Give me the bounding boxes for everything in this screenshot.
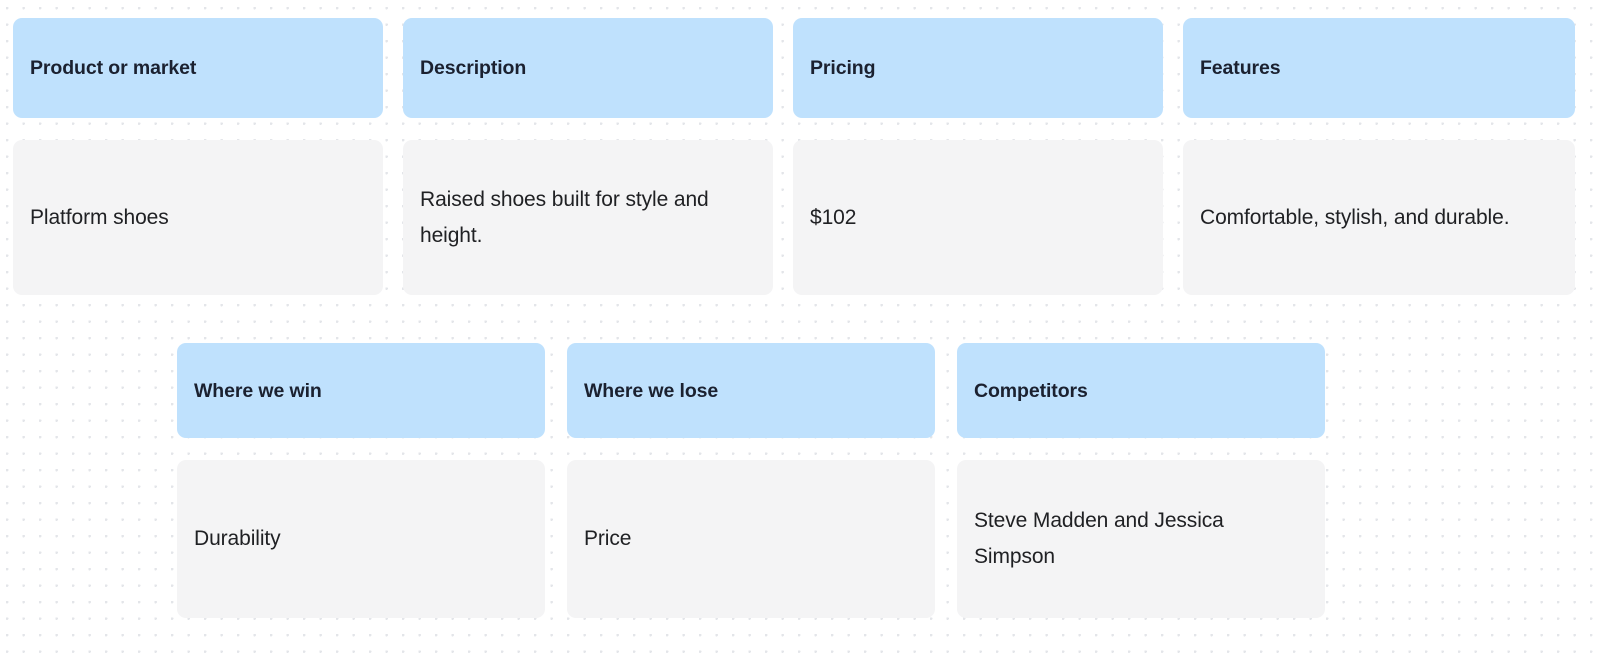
column-header-label: Where we win <box>177 378 545 404</box>
cell-product-or-market[interactable]: Platform shoes <box>13 140 383 295</box>
column-header-where-we-lose[interactable]: Where we lose <box>567 343 935 438</box>
column-header-description[interactable]: Description <box>403 18 773 118</box>
column-header-competitors[interactable]: Competitors <box>957 343 1325 438</box>
column-header-pricing[interactable]: Pricing <box>793 18 1163 118</box>
cell-features[interactable]: Comfortable, stylish, and durable. <box>1183 140 1575 295</box>
cell-where-we-lose[interactable]: Price <box>567 460 935 618</box>
cell-where-we-win[interactable]: Durability <box>177 460 545 618</box>
cell-value: Raised shoes built for style and height. <box>403 182 773 254</box>
column-header-where-we-win[interactable]: Where we win <box>177 343 545 438</box>
column-header-features[interactable]: Features <box>1183 18 1575 118</box>
cell-value: Steve Madden and Jessica Simpson <box>957 503 1325 575</box>
column-header-label: Where we lose <box>567 378 935 404</box>
column-header-product-or-market[interactable]: Product or market <box>13 18 383 118</box>
column-header-label: Pricing <box>793 55 1163 81</box>
cell-value: Comfortable, stylish, and durable. <box>1183 200 1575 236</box>
cell-value: Platform shoes <box>13 200 383 236</box>
column-header-label: Product or market <box>13 55 383 81</box>
cell-value: Durability <box>177 521 545 557</box>
column-header-label: Features <box>1183 55 1575 81</box>
whiteboard-canvas: Product or market Description Pricing Fe… <box>0 0 1600 654</box>
cell-pricing[interactable]: $102 <box>793 140 1163 295</box>
column-header-label: Description <box>403 55 773 81</box>
cell-value: $102 <box>793 200 1163 236</box>
column-header-label: Competitors <box>957 378 1325 404</box>
cell-value: Price <box>567 521 935 557</box>
cell-description[interactable]: Raised shoes built for style and height. <box>403 140 773 295</box>
cell-competitors[interactable]: Steve Madden and Jessica Simpson <box>957 460 1325 618</box>
